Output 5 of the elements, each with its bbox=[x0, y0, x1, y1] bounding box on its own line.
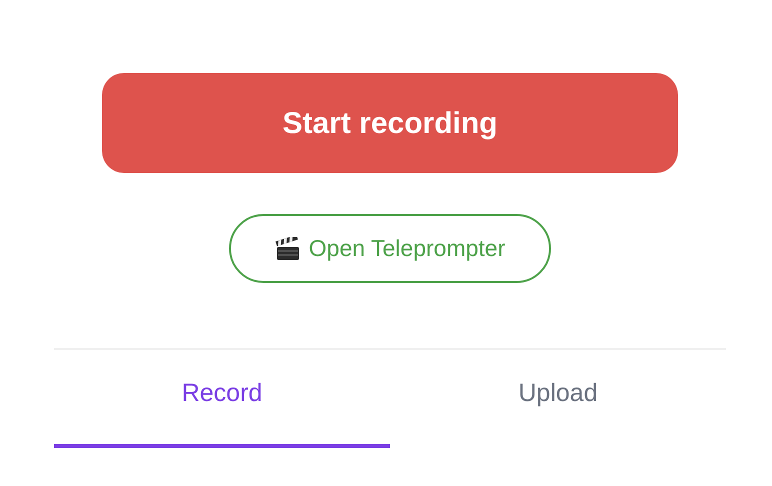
start-recording-button[interactable]: Start recording bbox=[102, 73, 678, 173]
tab[interactable]: Record bbox=[54, 350, 390, 448]
open-teleprompter-button[interactable]: Open Teleprompter bbox=[229, 214, 551, 283]
clapperboard-icon bbox=[274, 236, 301, 260]
tab[interactable]: Upload bbox=[390, 350, 726, 448]
